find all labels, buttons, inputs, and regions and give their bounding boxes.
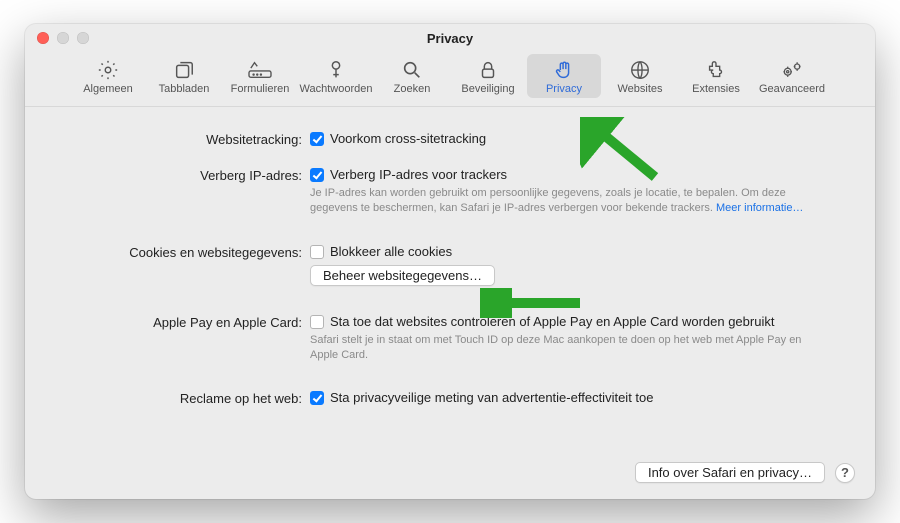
tab-label: Zoeken: [394, 83, 431, 95]
apple-pay-help-text: Safari stelt je in staat om met Touch ID…: [310, 333, 810, 363]
privacy-content: Websitetracking: Voorkom cross-sitetrack…: [25, 107, 875, 462]
tab-label: Extensies: [692, 83, 740, 95]
option-label: Verberg IP-adres voor trackers: [330, 167, 507, 182]
label-website-tracking: Websitetracking:: [55, 131, 310, 147]
tab-label: Algemeen: [83, 83, 133, 95]
tab-label: Privacy: [546, 83, 582, 95]
tab-passwords[interactable]: Wachtwoorden: [299, 54, 373, 98]
checkbox-icon: [310, 132, 324, 146]
close-window-button[interactable]: [37, 32, 49, 44]
lock-icon: [477, 58, 499, 82]
tab-label: Beveiliging: [461, 83, 514, 95]
tab-label: Websites: [617, 83, 662, 95]
more-info-link[interactable]: Meer informatie…: [716, 202, 803, 214]
label-hide-ip: Verberg IP-adres:: [55, 167, 310, 216]
tab-search[interactable]: Zoeken: [375, 54, 449, 98]
globe-icon: [629, 58, 651, 82]
checkbox-icon: [310, 245, 324, 259]
option-label: Sta toe dat websites controleren of Appl…: [330, 314, 774, 329]
gears-icon: [780, 58, 804, 82]
help-button[interactable]: ?: [835, 463, 855, 483]
tab-autofill[interactable]: Formulieren: [223, 54, 297, 98]
tabs-icon: [173, 58, 195, 82]
option-allow-ad-measurement[interactable]: Sta privacyveilige meting van advertenti…: [310, 390, 845, 405]
titlebar: Privacy: [25, 24, 875, 52]
minimize-window-button[interactable]: [57, 32, 69, 44]
option-label: Blokkeer alle cookies: [330, 244, 452, 259]
manage-website-data-button[interactable]: Beheer websitegegevens…: [310, 265, 495, 286]
option-prevent-cross-site-tracking[interactable]: Voorkom cross-sitetracking: [310, 131, 845, 146]
tab-privacy[interactable]: Privacy: [527, 54, 601, 98]
option-allow-apple-pay-check[interactable]: Sta toe dat websites controleren of Appl…: [310, 314, 845, 329]
traffic-lights: [37, 24, 89, 52]
checkbox-icon: [310, 315, 324, 329]
tab-advanced[interactable]: Geavanceerd: [755, 54, 829, 98]
pen-field-icon: [247, 58, 273, 82]
gear-icon: [97, 58, 119, 82]
preferences-window: Privacy Algemeen Tabbladen Formulieren: [25, 24, 875, 499]
hide-ip-help-text: Je IP-adres kan worden gebruikt om perso…: [310, 186, 810, 216]
tab-security[interactable]: Beveiliging: [451, 54, 525, 98]
tab-label: Tabbladen: [159, 83, 210, 95]
preferences-tabbar: Algemeen Tabbladen Formulieren Wachtwoor…: [25, 52, 875, 107]
tab-extensions[interactable]: Extensies: [679, 54, 753, 98]
maximize-window-button[interactable]: [77, 32, 89, 44]
tab-general[interactable]: Algemeen: [71, 54, 145, 98]
window-title: Privacy: [427, 31, 473, 46]
tab-websites[interactable]: Websites: [603, 54, 677, 98]
search-icon: [401, 58, 423, 82]
hand-icon: [553, 58, 575, 82]
about-privacy-button[interactable]: Info over Safari en privacy…: [635, 462, 825, 483]
option-block-all-cookies[interactable]: Blokkeer alle cookies: [310, 244, 845, 259]
label-web-advertising: Reclame op het web:: [55, 390, 310, 406]
checkbox-icon: [310, 391, 324, 405]
option-hide-ip-from-trackers[interactable]: Verberg IP-adres voor trackers: [310, 167, 845, 182]
checkbox-icon: [310, 168, 324, 182]
tab-label: Geavanceerd: [759, 83, 825, 95]
footer: Info over Safari en privacy… ?: [25, 462, 875, 499]
tab-tabs[interactable]: Tabbladen: [147, 54, 221, 98]
label-cookies: Cookies en websitegegevens:: [55, 244, 310, 286]
label-apple-pay: Apple Pay en Apple Card:: [55, 314, 310, 363]
puzzle-icon: [705, 58, 727, 82]
option-label: Sta privacyveilige meting van advertenti…: [330, 390, 653, 405]
tab-label: Wachtwoorden: [300, 83, 373, 95]
option-label: Voorkom cross-sitetracking: [330, 131, 486, 146]
tab-label: Formulieren: [231, 83, 290, 95]
key-icon: [325, 58, 347, 82]
